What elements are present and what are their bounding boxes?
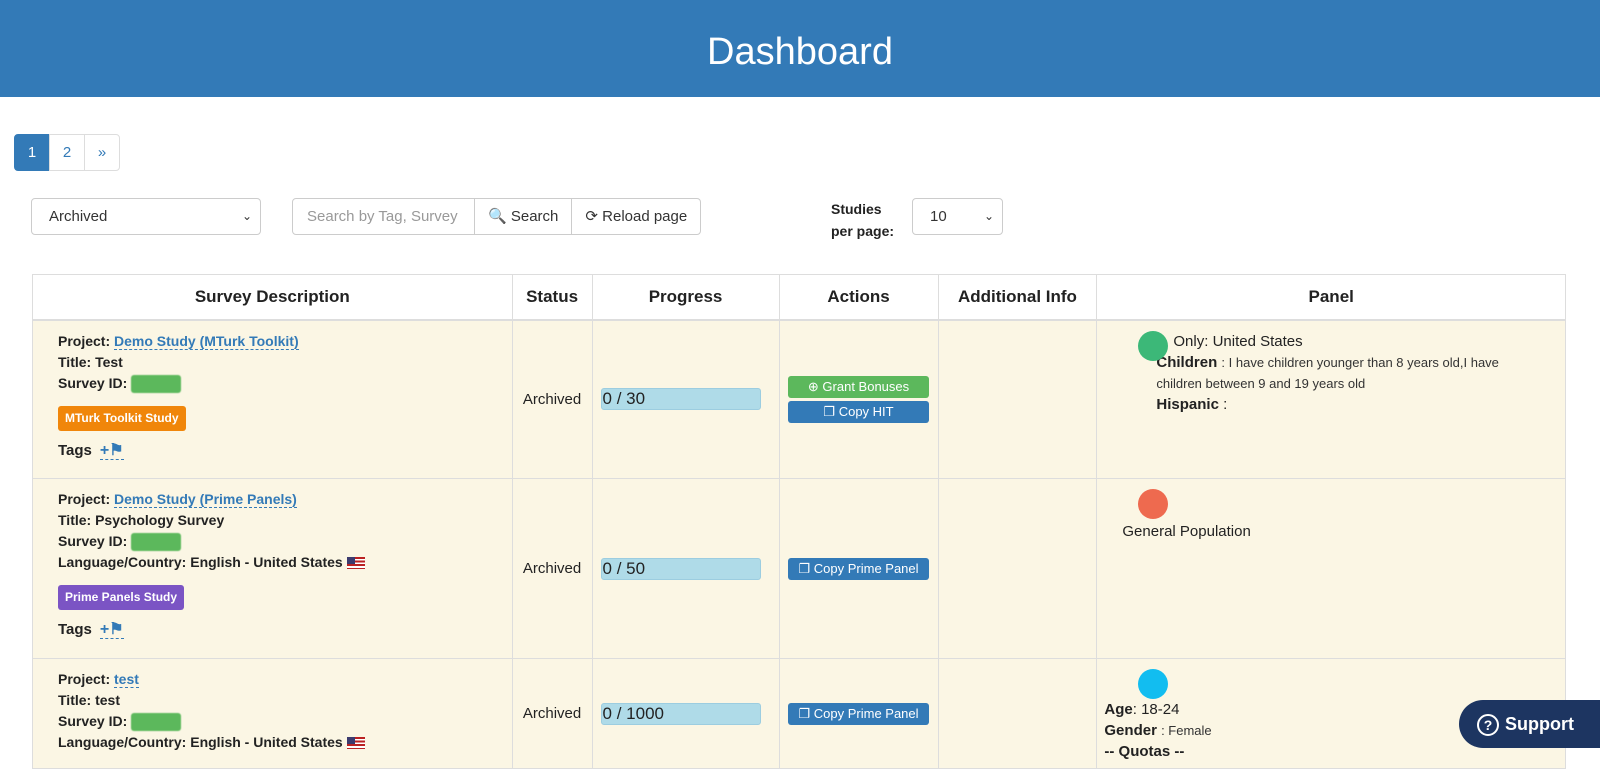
plus-icon: + — [99, 621, 110, 638]
progress-bar: 0 / 50 — [600, 557, 761, 580]
survey-table: Survey Description Status Progress Actio… — [32, 274, 1566, 769]
page-1-link[interactable]: 1 — [14, 134, 50, 171]
search-button-label: Search — [510, 208, 559, 225]
panel-population: General Population — [1122, 523, 1251, 540]
reload-button-label: Reload page — [602, 208, 688, 225]
search-icon: 🔍 — [488, 208, 507, 225]
actions-cell: ❐ Copy Prime Panel — [778, 658, 939, 769]
project-link[interactable]: test — [114, 671, 139, 688]
progress-bar: 0 / 1000 — [600, 702, 761, 725]
column-header: Additional Info — [937, 274, 1098, 321]
search-group: Search by Tag, Survey 🔍 Search ⟳ Reload … — [292, 198, 702, 235]
additional-info-cell — [937, 319, 1098, 479]
copy-icon: ❐ — [798, 705, 811, 721]
panel-cell: General Population — [1096, 478, 1566, 659]
page-header: Dashboard — [0, 0, 1600, 97]
panel-status-dot — [1138, 669, 1169, 699]
support-button[interactable]: ? Support — [1459, 700, 1600, 748]
chevron-down-icon: ⌄ — [983, 209, 994, 223]
reload-page-button[interactable]: ⟳ Reload page — [571, 198, 702, 235]
next-page-link[interactable]: » — [84, 134, 120, 171]
survey-title: Test — [95, 353, 123, 370]
panel-cell: Only: United States Children : I have ch… — [1096, 319, 1566, 479]
grant-bonuses-button[interactable]: ⊕ Grant Bonuses — [788, 375, 930, 398]
column-header[interactable]: Progress — [591, 274, 780, 321]
status-filter-value: Archived — [49, 208, 108, 225]
panel-age: : 18-24 — [1132, 701, 1180, 718]
panel-gender: : Female — [1161, 723, 1212, 738]
plus-circle-icon: ⊕ — [807, 378, 819, 394]
additional-info-cell — [937, 478, 1098, 659]
study-type-badge: Prime Panels Study — [58, 585, 185, 610]
question-icon: ? — [1477, 714, 1499, 737]
column-header[interactable]: Survey Description — [32, 274, 513, 321]
search-input[interactable]: Search by Tag, Survey — [292, 198, 475, 235]
add-tag-button[interactable]: +⚑ — [99, 441, 124, 460]
tag-icon: ⚑ — [109, 621, 124, 638]
studies-per-page-label: Studies per page: — [831, 201, 895, 239]
progress-cell: 0 / 1000 — [591, 658, 780, 769]
status-cell: Archived — [511, 658, 593, 769]
actions-cell: ⊕ Grant Bonuses ❐ Copy HIT — [778, 319, 939, 479]
status-filter-select[interactable]: Archived ⌄ — [31, 198, 261, 235]
progress-bar: 0 / 30 — [600, 388, 761, 411]
survey-id-badge — [131, 533, 182, 552]
pagination: 1 2 » — [14, 134, 120, 171]
refresh-icon: ⟳ — [585, 208, 598, 225]
page-title: Dashboard — [707, 31, 893, 73]
table-header-row: Survey Description Status Progress Actio… — [32, 274, 1566, 321]
survey-id-badge — [131, 374, 182, 393]
copy-icon: ❐ — [823, 403, 836, 419]
progress-cell: 0 / 50 — [591, 478, 780, 659]
status-cell: Archived — [511, 319, 593, 479]
language-country: English - United States — [190, 554, 343, 570]
project-link[interactable]: Demo Study (Prime Panels) — [114, 491, 297, 508]
add-tag-button[interactable]: +⚑ — [99, 621, 124, 639]
panel-quotas: -- Quotas -- — [1104, 743, 1185, 760]
per-page-value: 10 — [930, 208, 947, 225]
survey-title: Psychology Survey — [95, 512, 225, 528]
tag-icon: ⚑ — [109, 441, 124, 459]
survey-id-badge — [131, 713, 182, 732]
page-2-link[interactable]: 2 — [49, 134, 85, 171]
studies-per-page-select[interactable]: 10 ⌄ — [912, 198, 1003, 235]
column-header: Panel — [1096, 274, 1566, 321]
project-link[interactable]: Demo Study (MTurk Toolkit) — [114, 332, 299, 350]
status-cell: Archived — [511, 478, 593, 659]
chevron-down-icon: ⌄ — [241, 209, 252, 223]
search-button[interactable]: 🔍 Search — [474, 198, 573, 235]
survey-description: Project: test Title: test Survey ID: Lan… — [32, 658, 513, 769]
study-type-badge: MTurk Toolkit Study — [58, 405, 186, 431]
table-row: Project: test Title: test Survey ID: Lan… — [32, 658, 1566, 769]
copy-prime-panel-button[interactable]: ❐ Copy Prime Panel — [788, 557, 930, 580]
actions-cell: ❐ Copy Prime Panel — [778, 478, 939, 659]
panel-status-dot — [1138, 330, 1169, 361]
copy-prime-panel-button[interactable]: ❐ Copy Prime Panel — [788, 702, 930, 725]
column-header: Actions — [778, 274, 939, 321]
table-row: Project: Demo Study (Prime Panels) Title… — [32, 478, 1566, 659]
copy-icon: ❐ — [798, 560, 811, 576]
survey-description: Project: Demo Study (Prime Panels) Title… — [32, 478, 513, 659]
survey-title: test — [95, 692, 120, 708]
us-flag-icon — [346, 557, 365, 570]
survey-description: Project: Demo Study (MTurk Toolkit) Titl… — [32, 319, 513, 479]
table-row: Project: Demo Study (MTurk Toolkit) Titl… — [32, 319, 1566, 479]
column-header[interactable]: Status — [511, 274, 593, 321]
additional-info-cell — [937, 658, 1098, 769]
language-country: English - United States — [190, 734, 343, 750]
progress-cell: 0 / 30 — [591, 319, 780, 479]
copy-hit-button[interactable]: ❐ Copy HIT — [788, 400, 930, 423]
us-flag-icon — [346, 737, 365, 750]
panel-country: Only: United States — [1173, 332, 1303, 350]
plus-icon: + — [99, 441, 110, 459]
panel-status-dot — [1138, 489, 1169, 519]
